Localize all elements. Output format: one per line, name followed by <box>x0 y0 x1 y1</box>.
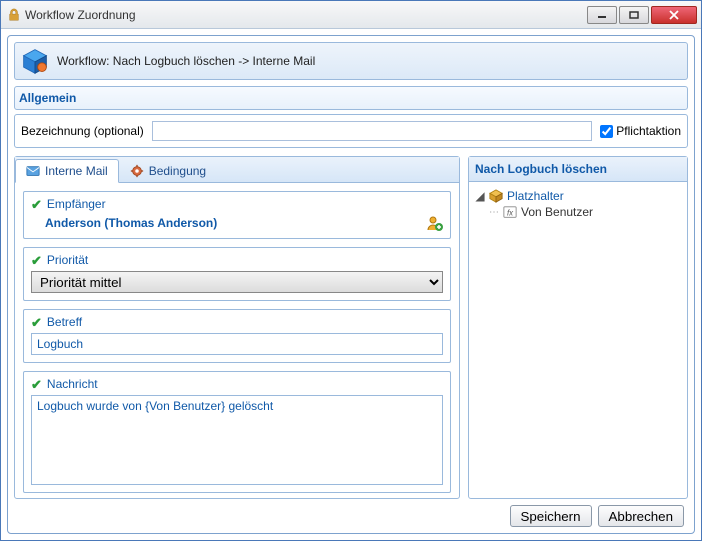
tree-item-label: Von Benutzer <box>521 205 593 219</box>
lock-icon <box>7 8 21 22</box>
left-pane: Interne Mail Bedingung ✔ Empfänger <box>14 156 460 499</box>
recipient-value: Anderson (Thomas Anderson) <box>31 216 427 230</box>
main-frame: Workflow: Nach Logbuch löschen -> Intern… <box>7 35 695 534</box>
priority-field: ✔ Priorität Priorität mittel <box>23 247 451 301</box>
field-head: ✔ Betreff <box>31 315 443 329</box>
required-action-label: Pflichtaktion <box>616 124 681 138</box>
designation-input[interactable] <box>152 121 593 141</box>
tab-internal-mail[interactable]: Interne Mail <box>15 159 119 183</box>
priority-select[interactable]: Priorität mittel <box>31 271 443 293</box>
workflow-header: Workflow: Nach Logbuch löschen -> Intern… <box>14 42 688 80</box>
required-action-checkbox-wrap[interactable]: Pflichtaktion <box>600 124 681 138</box>
gear-icon <box>130 164 144 178</box>
mail-icon <box>26 164 40 178</box>
check-icon: ✔ <box>31 316 42 329</box>
subject-label: Betreff <box>47 315 82 329</box>
field-head: ✔ Priorität <box>31 253 443 267</box>
minimize-button[interactable] <box>587 6 617 24</box>
placeholder-tree: ◢ Platzhalter ⋯ fx Von Benutzer <box>469 182 687 498</box>
check-icon: ✔ <box>31 198 42 211</box>
recipient-field: ✔ Empfänger Anderson (Thomas Anderson) <box>23 191 451 239</box>
message-field: ✔ Nachricht Logbuch wurde von {Von Benut… <box>23 371 451 493</box>
formula-icon: fx <box>503 205 517 219</box>
button-bar: Speichern Abbrechen <box>14 499 688 527</box>
left-body: ✔ Empfänger Anderson (Thomas Anderson) ✔ <box>15 183 459 498</box>
window-frame: Workflow Zuordnung Workflow: Nach Logbuc… <box>0 0 702 541</box>
tabs: Interne Mail Bedingung <box>15 157 459 183</box>
close-button[interactable] <box>651 6 697 24</box>
split-pane: Interne Mail Bedingung ✔ Empfänger <box>14 156 688 499</box>
priority-label: Priorität <box>47 253 88 267</box>
subject-field: ✔ Betreff Logbuch <box>23 309 451 363</box>
tab-condition[interactable]: Bedingung <box>119 159 217 182</box>
field-head: ✔ Empfänger <box>31 197 443 211</box>
check-icon: ✔ <box>31 254 42 267</box>
tab-label: Bedingung <box>149 164 206 178</box>
titlebar[interactable]: Workflow Zuordnung <box>1 1 701 29</box>
tab-label: Interne Mail <box>45 164 108 178</box>
required-action-checkbox[interactable] <box>600 125 613 138</box>
window-title: Workflow Zuordnung <box>25 8 585 22</box>
message-label: Nachricht <box>47 377 98 391</box>
designation-label: Bezeichnung (optional) <box>21 124 144 138</box>
check-icon: ✔ <box>31 378 42 391</box>
tree-toggle-icon[interactable]: ◢ <box>475 189 485 203</box>
right-pane: Nach Logbuch löschen ◢ Platzhalter ⋯ fx … <box>468 156 688 499</box>
cube-icon <box>489 189 503 203</box>
add-user-icon[interactable] <box>427 215 443 231</box>
tree-connector-icon: ⋯ <box>489 207 499 218</box>
save-button[interactable]: Speichern <box>510 505 592 527</box>
general-section-title: Allgemein <box>14 86 688 110</box>
tree-root-label: Platzhalter <box>507 189 564 203</box>
sidebar-title: Nach Logbuch löschen <box>469 157 687 182</box>
field-head: ✔ Nachricht <box>31 377 443 391</box>
workflow-label: Workflow: Nach Logbuch löschen -> Intern… <box>57 54 315 68</box>
recipient-label: Empfänger <box>47 197 106 211</box>
subject-value[interactable]: Logbuch <box>31 333 443 355</box>
workflow-icon <box>21 47 49 75</box>
maximize-button[interactable] <box>619 6 649 24</box>
cancel-button[interactable]: Abbrechen <box>598 505 684 527</box>
message-value[interactable]: Logbuch wurde von {Von Benutzer} gelösch… <box>31 395 443 485</box>
window-buttons <box>585 6 697 24</box>
tree-root[interactable]: ◢ Platzhalter <box>475 188 681 204</box>
content-pad: Workflow: Nach Logbuch löschen -> Intern… <box>1 29 701 540</box>
tree-item[interactable]: ⋯ fx Von Benutzer <box>475 204 681 220</box>
svg-text:fx: fx <box>507 209 514 218</box>
general-section-body: Bezeichnung (optional) Pflichtaktion <box>14 114 688 148</box>
